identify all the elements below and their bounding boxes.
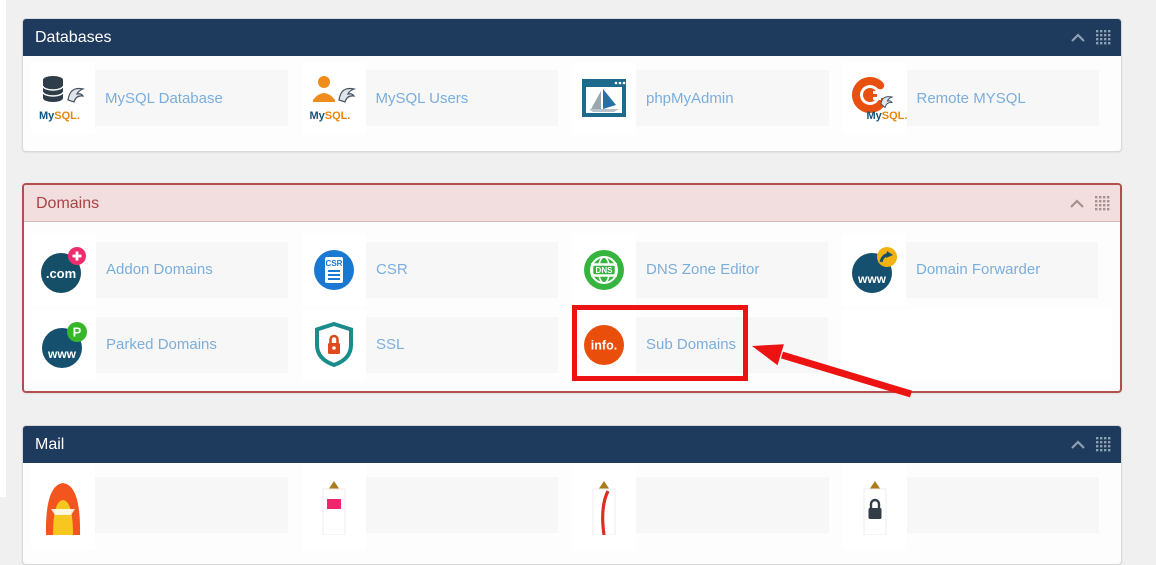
addon-domains-icon: .com bbox=[40, 246, 88, 294]
item-label: Addon Domains bbox=[96, 241, 288, 298]
item-label bbox=[636, 477, 829, 533]
item-label: DNS Zone Editor bbox=[636, 241, 828, 298]
item-label: MySQL Users bbox=[365, 70, 558, 126]
section-header-mail: Mail bbox=[23, 426, 1121, 463]
sub-domains-icon: info. bbox=[580, 321, 628, 369]
item-label bbox=[95, 477, 288, 533]
item-parked-domains[interactable]: www P Parked Domains bbox=[32, 308, 302, 381]
item-mysql-users[interactable]: MySQL. MySQL Users bbox=[301, 62, 573, 134]
svg-text:www: www bbox=[47, 347, 77, 361]
mail-icon-1 bbox=[39, 475, 87, 535]
mail-icon-2 bbox=[310, 475, 358, 535]
domain-forwarder-icon: www bbox=[850, 246, 898, 294]
parked-domains-icon: www P bbox=[40, 321, 88, 369]
mail-item-4[interactable] bbox=[842, 460, 1114, 550]
svg-text:DNS: DNS bbox=[596, 266, 614, 275]
item-phpmyadmin[interactable]: phpMyAdmin bbox=[572, 62, 843, 134]
mysql-database-icon: MySQL. bbox=[39, 74, 87, 122]
ssl-icon bbox=[310, 321, 358, 369]
section-title: Domains bbox=[36, 195, 100, 212]
section-header-databases: Databases bbox=[23, 19, 1121, 56]
remote-mysql-icon: MySQL. bbox=[851, 74, 907, 122]
item-remote-mysql[interactable]: MySQL. Remote MYSQL bbox=[842, 62, 1114, 134]
item-label: SSL bbox=[366, 316, 558, 373]
section-title: Databases bbox=[35, 29, 112, 46]
chevron-up-icon[interactable] bbox=[1070, 439, 1086, 450]
mail-item-3[interactable] bbox=[572, 460, 843, 550]
item-mysql-database[interactable]: MySQL. MySQL Database bbox=[31, 62, 302, 134]
mysql-users-icon: MySQL. bbox=[310, 74, 358, 122]
drag-grid-icon[interactable] bbox=[1096, 30, 1111, 45]
csr-icon: CSR bbox=[310, 246, 358, 294]
drag-grid-icon[interactable] bbox=[1096, 437, 1111, 452]
item-ssl[interactable]: SSL bbox=[302, 308, 572, 381]
section-domains: Domains .com Addon Domains CSR CSR DNS D… bbox=[22, 183, 1122, 393]
item-label: phpMyAdmin bbox=[636, 70, 829, 126]
svg-text:.com: .com bbox=[46, 266, 76, 281]
item-addon-domains[interactable]: .com Addon Domains bbox=[32, 233, 302, 306]
mail-icon-4 bbox=[851, 475, 899, 535]
item-label: Sub Domains bbox=[636, 316, 828, 373]
item-label: CSR bbox=[366, 241, 558, 298]
section-databases: Databases MySQL. MySQL Database MySQL. M… bbox=[22, 18, 1122, 152]
svg-text:info.: info. bbox=[591, 338, 617, 352]
empty-grid-cell bbox=[842, 308, 1112, 381]
section-title: Mail bbox=[35, 436, 65, 453]
item-dns-zone-editor[interactable]: DNS DNS Zone Editor bbox=[572, 233, 842, 306]
phpmyadmin-icon bbox=[580, 74, 628, 122]
svg-text:P: P bbox=[73, 324, 82, 339]
mail-item-1[interactable] bbox=[31, 460, 302, 550]
svg-text:www: www bbox=[857, 272, 887, 286]
chevron-up-icon[interactable] bbox=[1070, 32, 1086, 43]
item-label bbox=[365, 477, 558, 533]
item-label: Remote MYSQL bbox=[906, 70, 1099, 126]
section-header-domains: Domains bbox=[24, 185, 1120, 222]
chevron-up-icon[interactable] bbox=[1069, 198, 1085, 209]
mail-item-2[interactable] bbox=[301, 460, 573, 550]
item-label bbox=[906, 477, 1099, 533]
drag-grid-icon[interactable] bbox=[1095, 196, 1110, 211]
item-sub-domains[interactable]: info. Sub Domains bbox=[572, 308, 842, 381]
item-csr[interactable]: CSR CSR bbox=[302, 233, 572, 306]
section-mail: Mail bbox=[22, 425, 1122, 565]
item-label: MySQL Database bbox=[95, 70, 288, 126]
item-domain-forwarder[interactable]: www Domain Forwarder bbox=[842, 233, 1112, 306]
item-label: Domain Forwarder bbox=[906, 241, 1098, 298]
page-left-edge bbox=[0, 0, 6, 497]
mail-icon-3 bbox=[580, 475, 628, 535]
item-label: Parked Domains bbox=[96, 316, 288, 373]
dns-zone-editor-icon: DNS bbox=[580, 246, 628, 294]
svg-text:CSR: CSR bbox=[326, 259, 343, 268]
